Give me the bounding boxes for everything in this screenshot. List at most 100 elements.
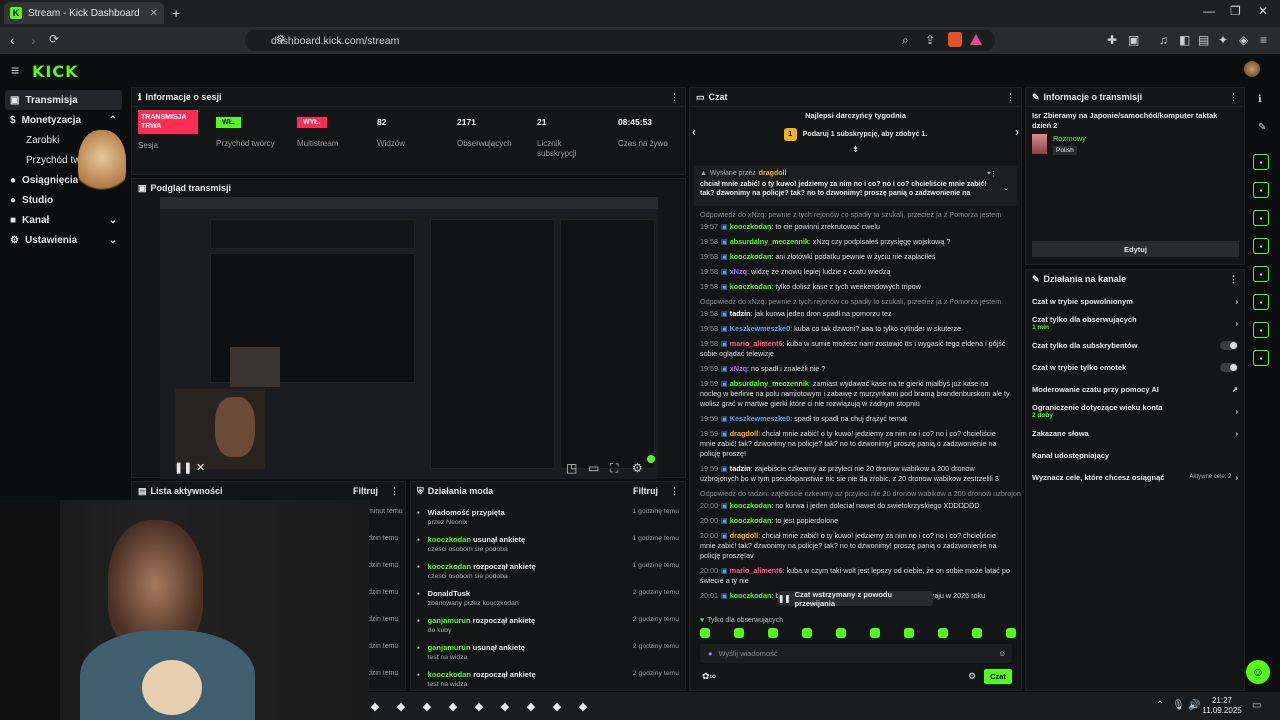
chat-settings-icon[interactable]: ⚙	[968, 671, 976, 682]
music-icon[interactable]: ♫	[1159, 33, 1168, 47]
mic-icon[interactable]: ●	[708, 649, 713, 658]
menu-icon[interactable]: ≡	[1260, 33, 1267, 47]
emote-icon[interactable]	[836, 628, 846, 638]
chat-message[interactable]: 19:59 ▣ dragdoll: chciał mnie zabić! o ty…	[690, 429, 1021, 459]
sidebar-item-ustawienia[interactable]: ⚙ Ustawienia ⌄	[0, 230, 127, 250]
kick-help-button[interactable]: ☺	[1246, 660, 1270, 684]
emote-icon[interactable]	[938, 628, 948, 638]
emoji-icon[interactable]: ☺	[998, 649, 1006, 658]
chat-features-icon[interactable]: ✿∞	[702, 671, 716, 682]
minimize-icon[interactable]: —	[1203, 4, 1215, 18]
chat-message[interactable]: 20:00 ▣ mario_aliment6: kuba w czym taki …	[690, 566, 1021, 586]
chat-username[interactable]: xNzq	[730, 364, 747, 373]
chat-message[interactable]: 20:00 ▣ dragdoll: chciał mnie zabić! o ty…	[690, 531, 1021, 561]
emote-icon[interactable]	[802, 628, 812, 638]
fullscreen-icon[interactable]: ⛶	[610, 461, 618, 476]
channel-action-item[interactable]: Wyznacz cele, które chcesz osiągnąć Aktyw…	[1026, 466, 1244, 488]
close-tab-icon[interactable]: ✕	[150, 8, 158, 19]
chat-username[interactable]: absurdalny_meczennik	[730, 237, 809, 246]
chat-username[interactable]: kooczkodan	[730, 222, 772, 231]
chat-messages[interactable]: Odpowiedź do xNzq: pewnie z tych rejonów…	[690, 206, 1021, 606]
vpn-icon[interactable]: ◈	[1239, 33, 1248, 47]
more-icon[interactable]: ⋮	[1229, 92, 1238, 103]
channel-action-item[interactable]: Kanał udostępniający	[1026, 444, 1244, 466]
emote-icon[interactable]	[904, 628, 914, 638]
volume-icon[interactable]: 🔊	[1188, 700, 1200, 711]
screenshot-icon[interactable]: ▣	[1128, 33, 1139, 47]
wallet-icon[interactable]: ▤	[1198, 33, 1209, 47]
mod-action-user[interactable]: kooczkodan	[428, 670, 471, 679]
more-icon[interactable]: ⋮	[670, 92, 679, 103]
avatar[interactable]	[1244, 61, 1260, 77]
mod-action-user[interactable]: Wiadomość przypięta	[428, 508, 505, 517]
brave-shield-icon[interactable]	[948, 32, 962, 47]
chat-username[interactable]: kooczkodan	[730, 252, 772, 261]
chrome-icon[interactable]: ◆	[570, 697, 596, 715]
edit-stream-button[interactable]: Edytuj	[1032, 241, 1239, 257]
leo-icon[interactable]: ✦	[1218, 33, 1228, 47]
chat-message[interactable]: 19:59 ▣ Keszkewmeszke0: spadł to spadł na…	[690, 414, 1021, 424]
stream-video[interactable]	[160, 197, 658, 479]
chat-username[interactable]: xNzq	[730, 267, 747, 276]
reload-icon[interactable]: ⟳	[49, 32, 59, 46]
mod-action-user[interactable]: kooczkodan	[428, 535, 471, 544]
chat-username[interactable]: kooczkodan	[730, 516, 772, 525]
mod-action-user[interactable]: DonaldTusk	[428, 589, 470, 598]
emote-icon[interactable]	[972, 628, 982, 638]
tool-icon[interactable]: ◆	[544, 697, 570, 715]
chat-username[interactable]: mario_aliment6	[730, 339, 783, 348]
chat-message[interactable]: 19:58 ▣ absurdalny_meczennik: xNzq czy po…	[690, 237, 1021, 247]
mod-action-user[interactable]: ganjamurun	[428, 616, 471, 625]
chat-username[interactable]: tadzin	[730, 309, 751, 318]
chat-username[interactable]: dragdoll	[730, 429, 758, 438]
more-icon[interactable]: ⋮	[1006, 92, 1015, 103]
activity-filter-button[interactable]: Filtruj	[353, 486, 378, 496]
layout-icon[interactable]: ▪	[1253, 294, 1269, 310]
emote-icon[interactable]	[734, 628, 744, 638]
chat-username[interactable]: dragdoll	[730, 531, 758, 540]
collapse-icon[interactable]: ⇟	[690, 144, 1021, 155]
chat-message[interactable]: 19:58 ▣ kooczkodan: ani złotówki podatku …	[690, 252, 1021, 262]
site-info-icon[interactable]: ⚙	[276, 34, 285, 45]
channel-action-item[interactable]: Moderowanie czatu przy pomocy AI ↗	[1026, 378, 1244, 400]
chat-message[interactable]: 19:59 ▣ xNzq: no spadł i znaleźli nie ?	[690, 364, 1021, 374]
chat-input[interactable]: ● Wyślij wiadomość ☺	[700, 644, 1012, 663]
chat-message[interactable]: 19:57 ▣ kooczkodan: to cie powinni zrekru…	[690, 222, 1021, 232]
toggle-switch[interactable]	[1220, 362, 1238, 372]
chat-username[interactable]: absurdalny_meczennik	[730, 379, 809, 388]
chat-message[interactable]: 19:58 ▣ tadzin: jak kurwa jeden dron spad…	[690, 309, 1021, 319]
sidebar-item-transmisja[interactable]: ▣ Transmisja	[5, 90, 122, 110]
forward-icon[interactable]: ›	[31, 32, 36, 48]
kick-logo[interactable]: KICK	[32, 62, 79, 81]
browser-tab[interactable]: K Stream - Kick Dashboard ✕	[4, 2, 164, 24]
steam-icon[interactable]: ◆	[388, 697, 414, 715]
chat-paused-banner[interactable]: ❚❚ Czat wstrzymany z powodu przewijania	[778, 590, 933, 608]
bubble-icon[interactable]: ▪	[1253, 238, 1269, 254]
chat-username[interactable]: Keszkewmeszke0	[730, 324, 790, 333]
channel-action-item[interactable]: Czat w trybie spowolnionym ›	[1026, 290, 1244, 312]
zoom-icon[interactable]: ⌕	[902, 33, 909, 48]
mod-action-user[interactable]: kooczkodan	[428, 562, 471, 571]
broadcast-rail-icon[interactable]: ▪	[1253, 266, 1269, 282]
emote-icon[interactable]	[700, 628, 710, 638]
chat-message[interactable]: 20:00 ▣ kooczkodan: to jest popierdolone	[690, 516, 1021, 526]
chat-username[interactable]: mario_aliment6	[730, 566, 783, 575]
target-icon[interactable]: ▪	[1253, 154, 1269, 170]
channel-action-item[interactable]: Ograniczenie dotyczące wieku konta 2 doby…	[1026, 400, 1244, 422]
more-icon[interactable]: ⋮	[990, 170, 997, 178]
sidebar-item-kanal[interactable]: ■ Kanał ⌄	[0, 210, 127, 230]
chat-message[interactable]: 19:58 ▣ kooczkodan: tylko dolisz kase z t…	[690, 282, 1021, 292]
clock[interactable]: 21:27 11.09.2025	[1202, 696, 1242, 716]
toggle-switch[interactable]	[1220, 340, 1238, 350]
mute-icon[interactable]: ✕	[196, 461, 205, 474]
pip-icon[interactable]: ◳	[566, 461, 577, 475]
address-bar[interactable]: dashboard.kick.com/stream	[245, 30, 995, 51]
theatre-icon[interactable]: ▭	[588, 461, 599, 475]
channel-action-item[interactable]: Czat tylko dla subskrybentów	[1026, 334, 1244, 356]
sidebar-toggle-icon[interactable]: ◧	[1179, 33, 1190, 47]
wrench-rail-icon[interactable]: ▪	[1253, 322, 1269, 338]
mic-tray-icon[interactable]: 🎙	[1172, 700, 1185, 711]
more-icon[interactable]: ⋮	[670, 486, 679, 497]
files-icon[interactable]: ◆	[492, 697, 518, 715]
sidebar-item-monetyzacja[interactable]: $ Monetyzacja ⌃	[0, 110, 127, 130]
